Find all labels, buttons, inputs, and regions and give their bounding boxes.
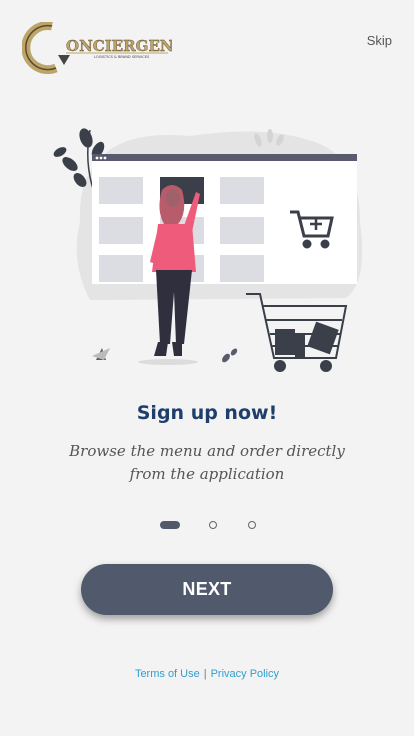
page-dot[interactable] [248, 521, 256, 529]
brand-name: ONCIERGENCE [66, 37, 172, 55]
page-dot-active[interactable] [160, 521, 180, 529]
privacy-policy-link[interactable]: Privacy Policy [211, 668, 279, 680]
next-button[interactable]: NEXT [81, 564, 333, 615]
page-dot[interactable] [209, 521, 217, 529]
link-separator: | [203, 668, 207, 680]
onboarding-illustration [50, 122, 370, 374]
brand-tagline: LOGISTICS & BRAND SERVICES [94, 55, 150, 59]
onboarding-description: Browse the menu and order directly from … [69, 442, 345, 483]
terms-of-use-link[interactable]: Terms of Use [135, 668, 200, 680]
onboarding-title: Sign up now! [136, 402, 278, 424]
footer-links: Terms of Use | Privacy Policy [0, 668, 414, 680]
brand-logo: ONCIERGENCE LOGISTICS & BRAND SERVICES [21, 21, 197, 75]
browser-titlebar [92, 154, 357, 161]
shopping-basket [246, 293, 348, 372]
pagination-indicator [160, 519, 260, 531]
skip-link[interactable]: Skip [367, 33, 392, 48]
